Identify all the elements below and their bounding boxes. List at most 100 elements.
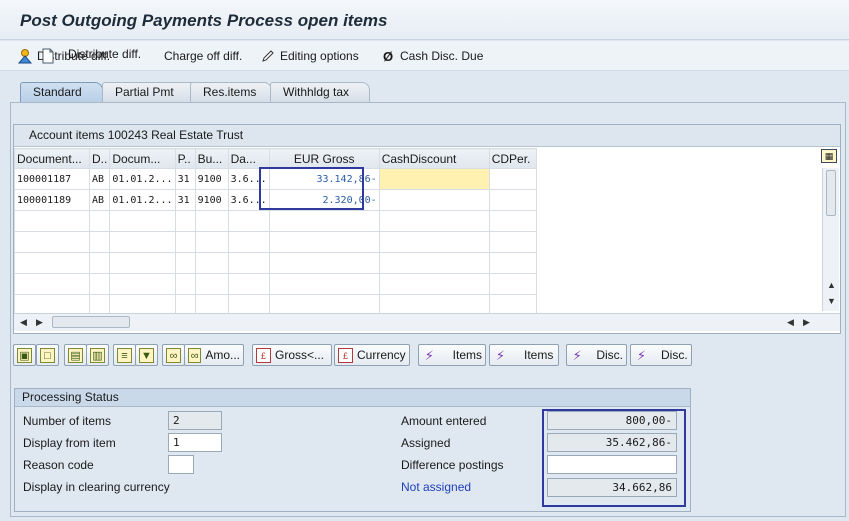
deactivate-items-button[interactable]: ▥ [86,344,109,366]
cell-doc-date[interactable]: 01.01.2... [109,189,176,211]
gross-label: Gross<... [275,348,325,362]
vertical-scroll-thumb[interactable] [826,170,836,216]
cell-business-area[interactable]: 9100 [194,168,229,190]
horizontal-scrollbar[interactable]: ◀ ▶ ◀ ▶ [14,313,840,331]
scroll-left-arrow-icon[interactable]: ◀ [20,317,27,328]
cell-doc-date[interactable]: 01.01.2... [109,168,176,190]
tab-standard-label: Standard [33,85,82,99]
cell-days[interactable]: 3.6... [227,168,270,190]
empty-row [14,252,537,274]
vertical-scrollbar[interactable]: ▲ ▼ [822,168,839,311]
gross-button[interactable]: £ Gross<... [252,344,332,366]
filter-button[interactable]: ▼ [135,344,158,366]
scroll-right-end-arrow-icon[interactable]: ▶ [803,317,810,328]
table-header-row: Document... D.. Docum... P.. Bu... Da...… [14,148,537,169]
cash-disc-due-button[interactable]: Ø Cash Disc. Due [380,47,483,65]
sort-button[interactable]: ≡ [113,344,136,366]
disc-wand-button[interactable]: ⚡ Disc. [566,344,627,366]
tab-withholding-tax-label: Withhldg tax [283,85,350,99]
scroll-down-arrow-icon[interactable]: ▼ [827,296,836,306]
cell-days[interactable]: 3.6... [227,189,270,211]
cell-cash-discount[interactable] [378,189,490,211]
editing-options-label: Editing options [280,49,359,63]
cell-document[interactable]: 100001189 [14,189,90,211]
activate-items-wand-button[interactable]: ⚡ Items [418,344,486,366]
table-row[interactable]: 100001187 AB 01.01.2... 31 9100 3.6... 3… [14,168,537,190]
find-button[interactable]: ∞ [162,344,185,366]
col-days[interactable]: Da... [227,148,270,169]
display-clearing-currency-label[interactable]: Display in clearing currency [23,480,170,494]
display-from-item-input[interactable]: 1 [168,433,222,452]
scroll-right-arrow-icon[interactable]: ▶ [36,317,43,328]
editing-options-button[interactable]: Editing options [260,47,359,65]
cell-document[interactable]: 100001187 [14,168,90,190]
col-business-area[interactable]: Bu... [194,148,229,169]
col-eur-gross[interactable]: EUR Gross [268,148,380,169]
assigned-field: 35.462,86- [547,433,677,452]
number-of-items-label: Number of items [23,414,112,428]
col-document[interactable]: Document... [14,148,90,169]
not-assigned-label: Not assigned [401,480,472,494]
empty-row [14,273,537,295]
disc-wand-2-button[interactable]: ⚡ Disc. [630,344,692,366]
cell-business-area[interactable]: 9100 [194,189,229,211]
grid-title: Account items 100243 Real Estate Trust [14,125,840,147]
processing-status-title: Processing Status [15,389,690,407]
charge-off-diff-button[interactable] [40,47,56,65]
disc-wand-label: Disc. [596,348,623,362]
currency-button[interactable]: £ Currency [334,344,410,366]
cell-doc-type[interactable]: AB [88,168,111,190]
distribute-diff-text: Distribute diff. [68,47,142,61]
account-items-grid: Account items 100243 Real Estate Trust D… [13,124,841,334]
col-posting-key[interactable]: P.. [174,148,196,169]
document-icon [40,48,56,64]
col-cash-discount[interactable]: CashDiscount [378,148,490,169]
tab-res-items-label: Res.items [203,85,257,99]
deactivate-items-icon: ▥ [90,347,105,363]
scroll-up-arrow-icon[interactable]: ▲ [827,280,836,290]
empty-row [14,210,537,232]
difference-postings-field[interactable] [547,455,677,474]
col-doc-type[interactable]: D.. [88,148,111,169]
find-amount-icon: ∞ [188,347,202,363]
not-assigned-field: 34.662,86 [547,478,677,497]
reason-code-label: Reason code [23,458,94,472]
column-settings-icon[interactable]: ▦ [821,149,837,163]
activate-items-wand-label: Items [452,348,482,362]
amount-entered-label: Amount entered [401,414,487,428]
cell-posting-key[interactable]: 31 [174,168,196,190]
cell-cd-percent[interactable] [488,168,537,190]
currency-label: Currency [357,348,406,362]
cell-eur-gross[interactable]: 2.320,00- [268,189,380,211]
deselect-all-button[interactable]: □ [36,344,59,366]
col-cd-percent[interactable]: CDPer. [488,148,537,169]
tab-partial-pmt-label: Partial Pmt [115,85,174,99]
gross-icon: £ [256,347,271,363]
disc-wand-2-icon: ⚡ [636,347,647,363]
page-title: Post Outgoing Payments Process open item… [20,11,388,30]
currency-icon: £ [338,347,353,363]
cell-doc-type[interactable]: AB [88,189,111,211]
select-all-button[interactable]: ▣ [13,344,36,366]
disc-wand-2-label: Disc. [661,348,688,362]
tab-res-items[interactable]: Res.items [190,82,272,102]
deactivate-items-wand-button[interactable]: ⚡ Items [489,344,559,366]
select-all-icon: ▣ [17,347,32,363]
tab-standard[interactable]: Standard [20,82,103,102]
tab-withholding-tax[interactable]: Withhldg tax [270,82,370,102]
horizontal-scroll-thumb[interactable] [52,316,130,328]
activate-items-button[interactable]: ▤ [64,344,87,366]
deactivate-wand-icon: ⚡ [495,347,506,363]
find-amount-button[interactable]: ∞ Amo... [184,344,244,366]
col-doc-date[interactable]: Docum... [109,148,176,169]
cell-eur-gross[interactable]: 33.142,86- [268,168,380,190]
find-amount-label: Amo... [205,348,240,362]
sort-ascending-icon: ≡ [117,347,132,363]
cell-cd-percent[interactable] [488,189,537,211]
reason-code-input[interactable] [168,455,194,474]
charge-off-diff-label-button[interactable]: Charge off diff. [164,47,242,65]
cell-posting-key[interactable]: 31 [174,189,196,211]
table-row[interactable]: 100001189 AB 01.01.2... 31 9100 3.6... 2… [14,189,537,211]
cell-cash-discount[interactable] [378,168,490,190]
scroll-left-end-arrow-icon[interactable]: ◀ [787,317,794,328]
